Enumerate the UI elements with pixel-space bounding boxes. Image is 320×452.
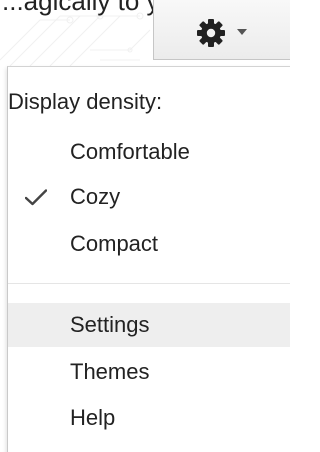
density-option-label: Compact [70,231,159,256]
density-option-label: Comfortable [70,139,190,164]
density-option-compact[interactable]: Compact [8,222,290,266]
density-option-label: Cozy [70,184,121,209]
menu-separator [8,283,290,284]
menu-item-help[interactable]: Help [8,396,290,440]
gear-icon [197,19,225,47]
menu-item-label: Settings [70,312,150,337]
toolbar-header: ...agically to you. [0,0,290,66]
settings-dropdown-menu: Display density: Comfortable Cozy Compac… [7,66,290,452]
display-density-heading: Display density: [8,89,163,114]
caret-down-icon [237,29,247,35]
menu-item-themes[interactable]: Themes [8,350,290,394]
menu-item-label: Themes [70,359,150,384]
menu-item-settings[interactable]: Settings [8,303,290,347]
menu-item-label: Help [70,405,116,430]
settings-gear-button[interactable] [153,0,290,60]
gmail-settings-dropdown-page: ...agically to you. Display density: Com… [0,0,290,452]
density-option-cozy[interactable]: Cozy [8,175,290,219]
checkmark-icon [25,189,47,206]
density-option-comfortable[interactable]: Comfortable [8,130,290,174]
